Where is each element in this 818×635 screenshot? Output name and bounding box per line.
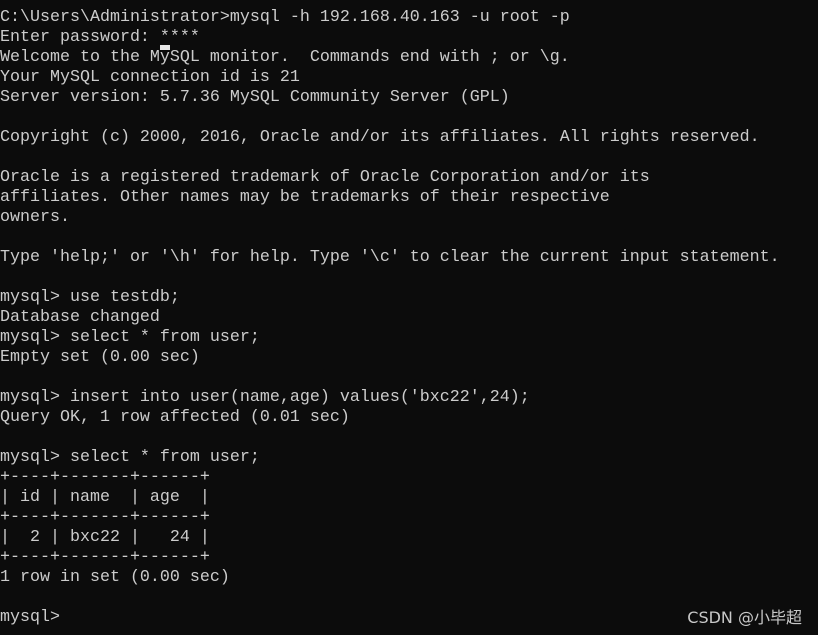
- console-line: affiliates. Other names may be trademark…: [0, 188, 610, 207]
- console-line: owners.: [0, 208, 70, 227]
- console-line: Server version: 5.7.36 MySQL Community S…: [0, 88, 510, 107]
- text-cursor: [160, 45, 170, 50]
- console-line: Welcome to the MySQL monitor. Commands e…: [0, 48, 570, 67]
- console-line: mysql> select * from user;: [0, 448, 260, 467]
- console-line: Enter password: ****: [0, 28, 200, 47]
- console-line: Query OK, 1 row affected (0.01 sec): [0, 408, 350, 427]
- console-line: | id | name | age |: [0, 488, 210, 507]
- console-output[interactable]: C:\Users\Administrator>mysql -h 192.168.…: [0, 8, 780, 628]
- console-line: mysql>: [0, 608, 60, 627]
- console-line: | 2 | bxc22 | 24 |: [0, 528, 210, 547]
- console-line: +----+-------+------+: [0, 508, 210, 527]
- console-line: +----+-------+------+: [0, 548, 210, 567]
- console-line: Empty set (0.00 sec): [0, 348, 200, 367]
- console-line: Database changed: [0, 308, 160, 327]
- console-line: Copyright (c) 2000, 2016, Oracle and/or …: [0, 128, 760, 147]
- console-line: Type 'help;' or '\h' for help. Type '\c'…: [0, 248, 780, 267]
- console-line: Your MySQL connection id is 21: [0, 68, 300, 87]
- console-line: Oracle is a registered trademark of Orac…: [0, 168, 650, 187]
- console-line: mysql> select * from user;: [0, 328, 260, 347]
- console-line: mysql> insert into user(name,age) values…: [0, 388, 530, 407]
- console-line: mysql> use testdb;: [0, 288, 180, 307]
- console-line: C:\Users\Administrator>mysql -h 192.168.…: [0, 8, 570, 27]
- watermark: CSDN @小毕超: [687, 608, 802, 627]
- console-line: +----+-------+------+: [0, 468, 210, 487]
- console-line: 1 row in set (0.00 sec): [0, 568, 230, 587]
